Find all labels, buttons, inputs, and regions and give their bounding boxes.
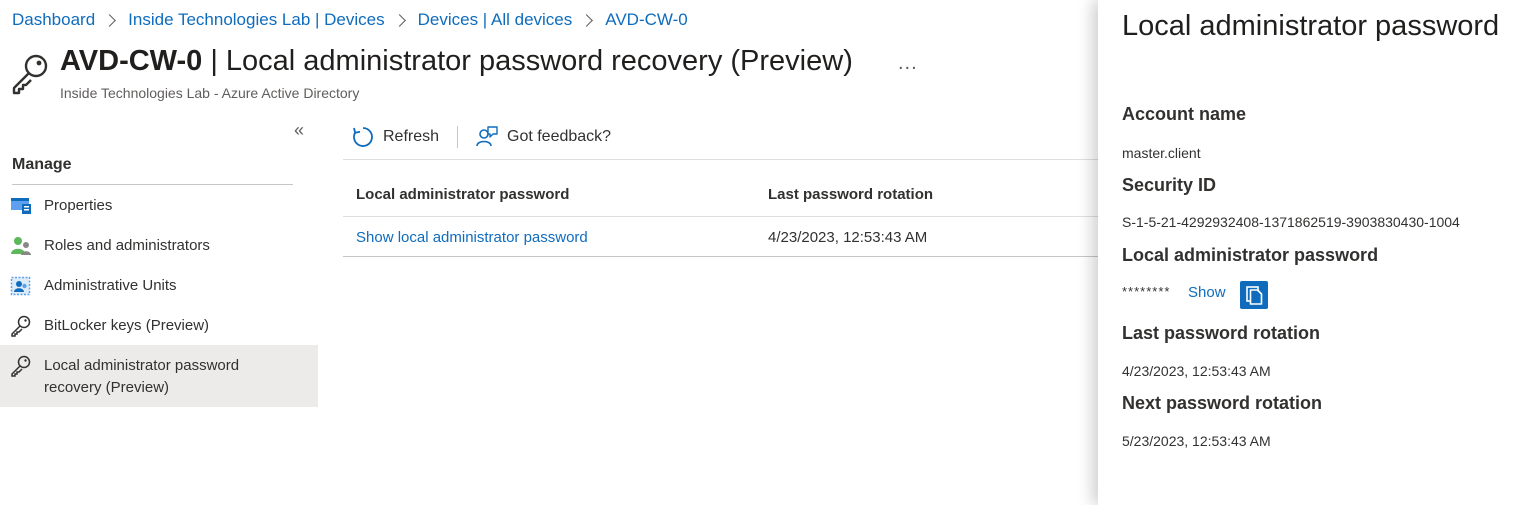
sidebar-item-bitlocker[interactable]: BitLocker keys (Preview) — [0, 315, 318, 337]
divider — [12, 184, 293, 185]
account-name-label: Account name — [1122, 104, 1247, 124]
admin-units-icon — [10, 276, 31, 296]
next-rotation-label: Next password rotation — [1122, 393, 1323, 413]
properties-icon — [11, 198, 31, 214]
last-rotation-cell: 4/23/2023, 12:53:43 AM — [768, 229, 928, 246]
breadcrumb-dashboard[interactable]: Dashboard — [12, 10, 95, 30]
chevron-right-icon — [392, 13, 406, 27]
sidebar-item-roles[interactable]: Roles and administrators — [0, 235, 318, 257]
page-title: AVD-CW-0 | Local administrator password … — [60, 45, 853, 78]
roles-icon — [11, 237, 31, 255]
refresh-label: Refresh — [383, 128, 440, 145]
sidebar-item-label: Local administrator password recovery (P… — [44, 357, 240, 396]
last-rotation-label: Last password rotation — [1122, 323, 1321, 343]
breadcrumb: Dashboard Inside Technologies Lab | Devi… — [12, 10, 688, 30]
sidebar-item-label: Properties — [44, 197, 113, 214]
page-title-rest: | Local administrator password recovery … — [202, 45, 853, 77]
key-icon — [11, 355, 31, 377]
more-options-button[interactable]: ... — [898, 52, 918, 75]
sidebar-item-label: BitLocker keys (Preview) — [44, 317, 210, 334]
masked-password: ******** — [1122, 284, 1171, 299]
copy-button[interactable] — [1240, 281, 1268, 309]
breadcrumb-all-devices[interactable]: Devices | All devices — [418, 10, 573, 30]
copy-icon — [1246, 286, 1263, 305]
divider — [343, 216, 1098, 217]
sidebar-item-label: Roles and administrators — [44, 237, 210, 254]
account-name-value: master.client — [1122, 145, 1201, 161]
key-icon — [11, 315, 31, 337]
sidebar-item-laps[interactable]: Local administrator password recovery (P… — [0, 345, 318, 407]
column-header-rotation: Last password rotation — [768, 186, 934, 203]
security-id-value: S-1-5-21-4292932408-1371862519-390383043… — [1122, 214, 1460, 230]
key-icon — [12, 54, 48, 95]
security-id-label: Security ID — [1122, 175, 1217, 195]
manage-section-heading: Manage — [12, 156, 72, 173]
next-rotation-value: 5/23/2023, 12:53:43 AM — [1122, 433, 1271, 449]
sidebar-item-admin-units[interactable]: Administrative Units — [0, 275, 318, 297]
feedback-icon — [476, 126, 498, 147]
divider — [343, 256, 1098, 257]
chevron-right-icon — [103, 13, 117, 27]
refresh-icon — [353, 127, 373, 147]
sidebar-item-properties[interactable]: Properties — [0, 195, 318, 217]
password-label: Local administrator password — [1122, 245, 1379, 265]
breadcrumb-device[interactable]: AVD-CW-0 — [605, 10, 688, 30]
sidebar-item-label: Administrative Units — [44, 277, 177, 294]
panel-title: Local administrator password — [1122, 10, 1500, 42]
breadcrumb-devices[interactable]: Inside Technologies Lab | Devices — [128, 10, 384, 30]
collapse-sidebar-button[interactable]: « — [294, 120, 304, 141]
divider — [457, 126, 458, 148]
column-header-password: Local administrator password — [356, 186, 570, 203]
show-password-link[interactable]: Show local administrator password — [356, 229, 588, 246]
page-subtitle: Inside Technologies Lab - Azure Active D… — [60, 85, 360, 101]
divider — [343, 159, 1098, 160]
last-rotation-value: 4/23/2023, 12:53:43 AM — [1122, 363, 1271, 379]
show-password-button[interactable]: Show — [1188, 284, 1226, 301]
page-title-device: AVD-CW-0 — [60, 45, 203, 77]
feedback-label: Got feedback? — [507, 128, 612, 145]
feedback-button[interactable]: Got feedback? — [475, 125, 611, 149]
refresh-button[interactable]: Refresh — [351, 125, 439, 149]
chevron-right-icon — [580, 13, 594, 27]
password-details-panel: Local administrator password Account nam… — [1098, 0, 1531, 505]
